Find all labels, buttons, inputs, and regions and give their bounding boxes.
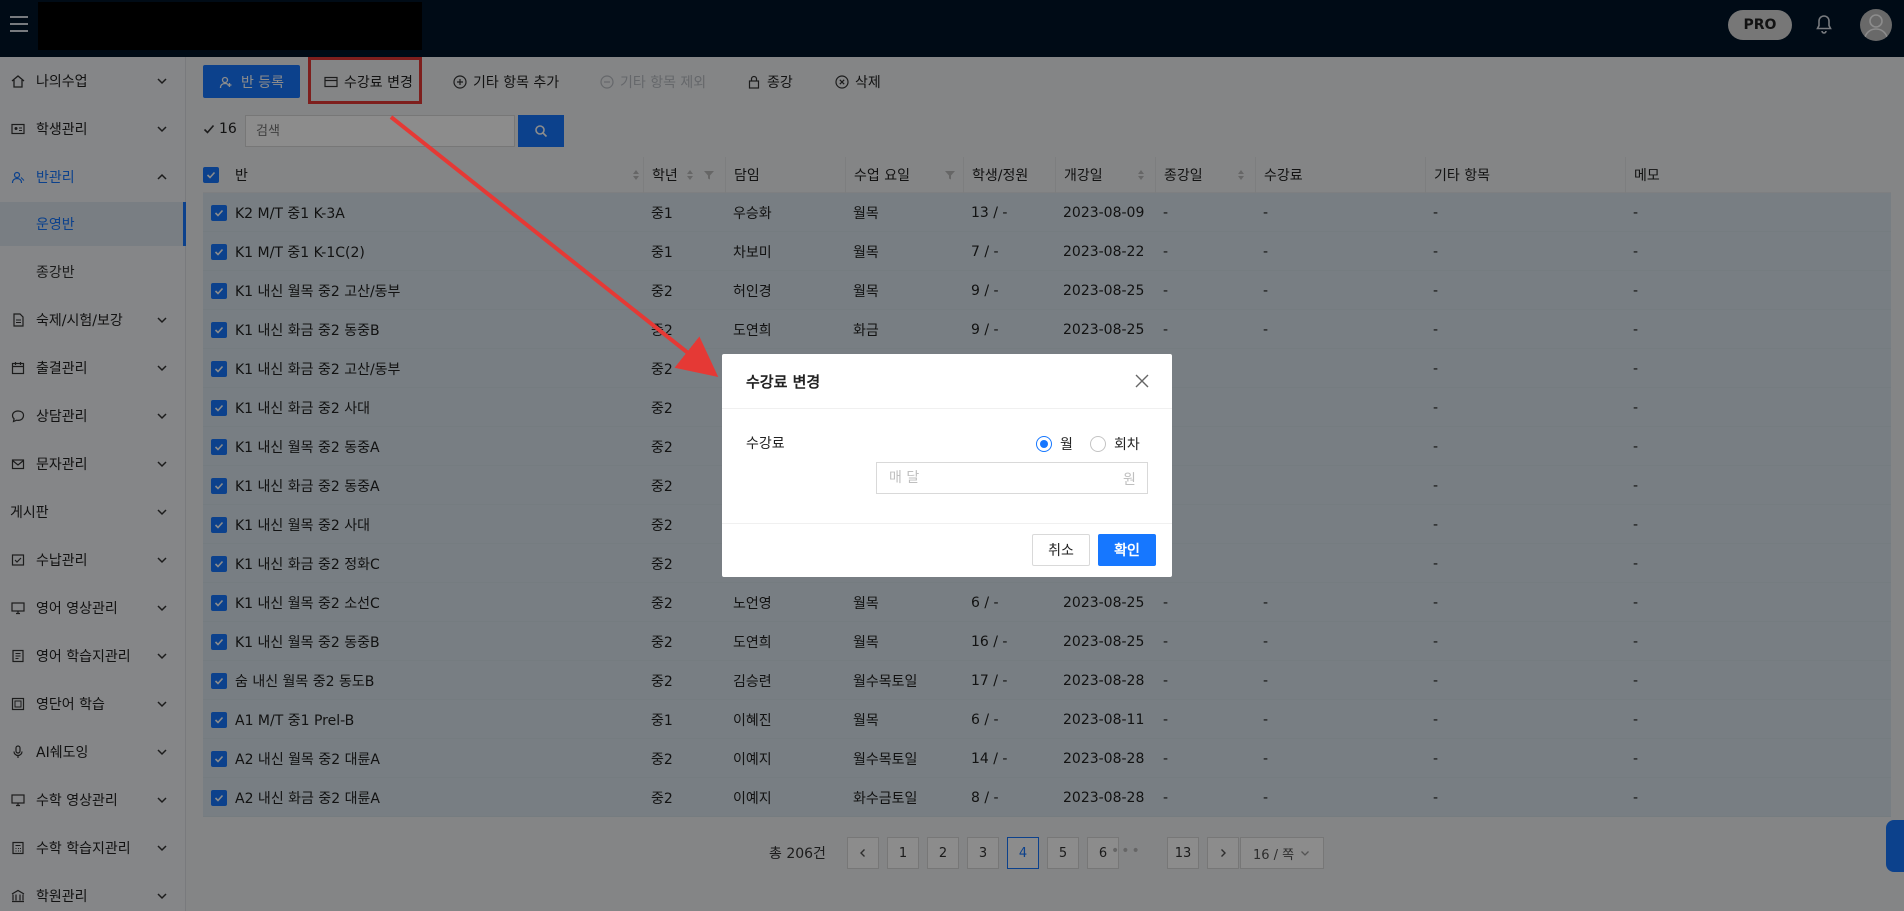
modal-title: 수강료 변경	[746, 373, 821, 391]
currency-suffix: 원	[1123, 472, 1136, 488]
modal-body: 수강료 월 회차 원	[722, 409, 1172, 507]
radio-dot-monthly[interactable]	[1036, 436, 1052, 452]
cancel-button[interactable]: 취소	[1032, 534, 1090, 566]
close-icon[interactable]	[1134, 373, 1150, 389]
radio-monthly-label: 월	[1060, 437, 1073, 453]
change-fee-modal: 수강료 변경 수강료 월 회차 원 취소 확인	[722, 354, 1172, 577]
radio-dot-per-session[interactable]	[1090, 436, 1106, 452]
radio-per-session-label: 회차	[1114, 437, 1140, 453]
modal-header: 수강료 변경	[722, 354, 1172, 409]
fee-amount-input[interactable]	[877, 463, 1107, 493]
modal-footer: 취소 확인	[722, 523, 1172, 577]
fee-input-wrapper: 원	[876, 462, 1148, 494]
confirm-button[interactable]: 확인	[1098, 534, 1156, 566]
radio-monthly[interactable]: 월	[1036, 434, 1073, 454]
fee-label: 수강료	[746, 436, 785, 452]
radio-per-session[interactable]: 회차	[1090, 434, 1140, 454]
